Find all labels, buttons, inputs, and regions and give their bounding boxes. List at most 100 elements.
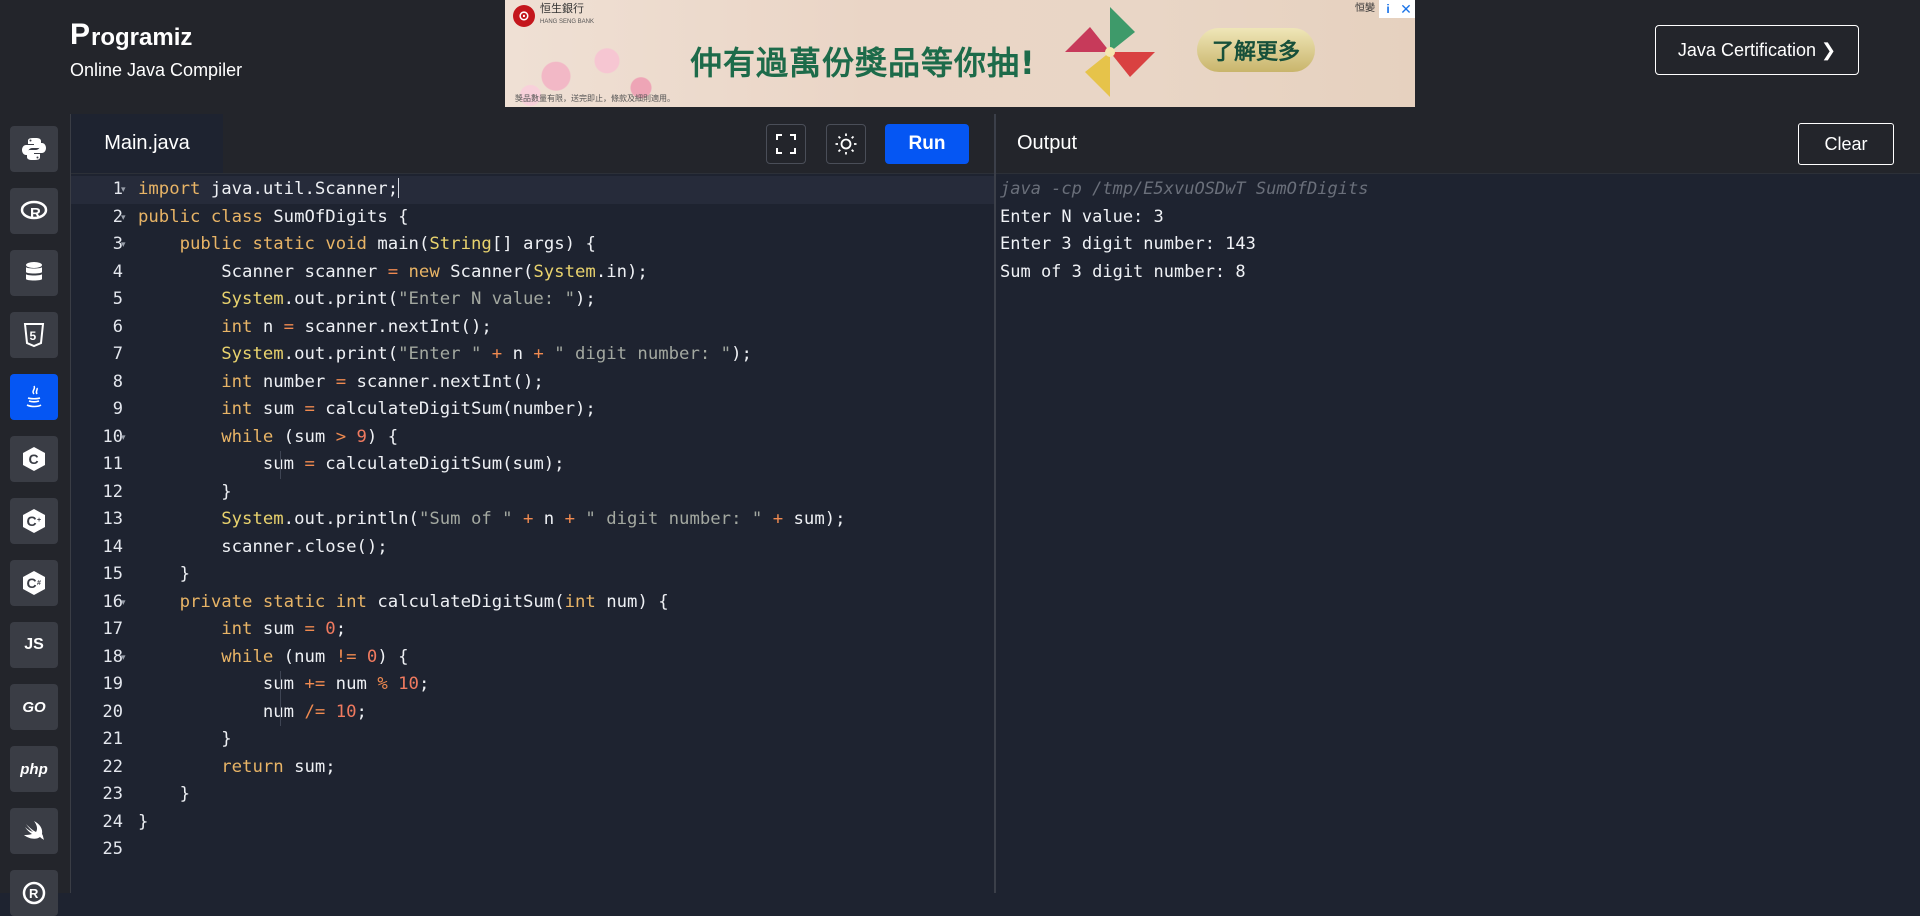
fold-arrow-icon[interactable]: ▾ bbox=[121, 424, 126, 452]
line-number: 23 bbox=[102, 784, 123, 804]
code-token: 0 bbox=[325, 619, 336, 639]
php-icon: php bbox=[20, 760, 48, 778]
tab-main-java[interactable]: Main.java bbox=[71, 114, 223, 173]
fold-arrow-icon[interactable]: ▾ bbox=[121, 589, 126, 617]
code-text: int sum = 0; bbox=[138, 616, 346, 644]
code-token: return bbox=[221, 756, 284, 777]
ad-headline: 仲有過萬份獎品等你抽! bbox=[690, 44, 1036, 82]
code-text: } bbox=[138, 809, 148, 837]
code-token: = bbox=[304, 454, 315, 474]
code-line[interactable]: 22 return sum; bbox=[71, 754, 994, 782]
sidebar-item-go[interactable]: GO bbox=[10, 684, 58, 730]
fold-arrow-icon[interactable]: ▾ bbox=[121, 644, 126, 672]
sidebar-item-html[interactable]: 5 bbox=[10, 312, 58, 358]
code-line[interactable]: 7 System.out.print("Enter " + n + " digi… bbox=[71, 341, 994, 369]
code-line[interactable]: 19 sum += num % 10; bbox=[71, 671, 994, 699]
line-number: 24 bbox=[102, 811, 123, 832]
code-token: } bbox=[138, 811, 149, 832]
ad-info-icon[interactable]: i bbox=[1379, 0, 1397, 18]
code-token: .out.print( bbox=[283, 289, 399, 309]
sidebar-item-csharp[interactable]: C # bbox=[10, 560, 58, 606]
fullscreen-button[interactable] bbox=[766, 124, 806, 164]
code-editor[interactable]: 1 ▾ import java.util.Scanner; 2 ▾ public clas… bbox=[71, 174, 994, 893]
code-token: += bbox=[304, 674, 326, 694]
line-number: 13 bbox=[102, 509, 123, 529]
code-line[interactable]: 1 ▾ import java.util.Scanner; bbox=[71, 176, 994, 204]
sidebar-item-rust[interactable]: R bbox=[10, 870, 58, 916]
sidebar-item-sql[interactable] bbox=[10, 250, 58, 296]
code-token: "Enter " bbox=[398, 344, 482, 364]
code-line[interactable]: 5 System.out.print("Enter N value: "); bbox=[71, 286, 994, 314]
sidebar-item-swift[interactable] bbox=[10, 808, 58, 854]
code-line[interactable]: 25 bbox=[71, 836, 994, 864]
code-line[interactable]: 23 } bbox=[71, 781, 994, 809]
code-line[interactable]: 8 int number = scanner.nextInt(); bbox=[71, 369, 994, 397]
brand[interactable]: Programiz Online Java Compiler bbox=[70, 18, 242, 81]
sidebar-item-r[interactable]: R bbox=[10, 188, 58, 234]
sidebar-item-c[interactable]: C bbox=[10, 436, 58, 482]
svg-text:R: R bbox=[30, 205, 41, 222]
advertisement-banner[interactable]: ⊙ 恒生銀行 HANG SENG BANK 仲有過萬份獎品等你抽! 了解更多 恒… bbox=[505, 0, 1415, 107]
code-token: int bbox=[221, 619, 253, 639]
line-number: 21 bbox=[102, 729, 123, 749]
code-text: sum = calculateDigitSum(sum); bbox=[138, 451, 565, 479]
code-line[interactable]: 21 } bbox=[71, 726, 994, 754]
code-line[interactable]: 2 ▾ public class SumOfDigits { bbox=[71, 204, 994, 232]
code-line[interactable]: 17 int sum = 0; bbox=[71, 616, 994, 644]
code-token: sum bbox=[252, 399, 305, 419]
sidebar-item-python[interactable] bbox=[10, 126, 58, 172]
code-line[interactable]: 13 System.out.println("Sum of " + n + " … bbox=[71, 506, 994, 534]
line-number: 25 bbox=[102, 839, 123, 859]
code-token: "Enter N value: " bbox=[398, 289, 575, 309]
clear-button[interactable]: Clear bbox=[1798, 123, 1894, 165]
run-button[interactable]: Run bbox=[885, 124, 969, 164]
ad-close-icon[interactable]: ✕ bbox=[1397, 0, 1415, 18]
output-console[interactable]: java -cp /tmp/E5xvuOSDwT SumOfDigits Ent… bbox=[996, 174, 1920, 893]
ad-cta-button[interactable]: 了解更多 bbox=[1197, 28, 1315, 72]
code-line[interactable]: 20 num /= 10; bbox=[71, 699, 994, 727]
java-certification-button[interactable]: Java Certification ❯ bbox=[1655, 25, 1859, 75]
code-line[interactable]: 9 int sum = calculateDigitSum(number); bbox=[71, 396, 994, 424]
programiz-logo[interactable]: Programiz bbox=[70, 18, 192, 50]
sidebar-item-java[interactable] bbox=[10, 374, 58, 420]
line-number: 6 bbox=[112, 316, 123, 337]
code-token: = bbox=[335, 371, 347, 392]
fold-arrow-icon[interactable]: ▾ bbox=[121, 176, 126, 204]
code-line[interactable]: 10 ▾ while (sum > 9) { bbox=[71, 424, 994, 452]
code-text: System.out.println("Sum of " + n + " dig… bbox=[138, 506, 845, 534]
sidebar-item-php[interactable]: php bbox=[10, 746, 58, 792]
code-line[interactable]: 6 int n = scanner.nextInt(); bbox=[71, 314, 994, 342]
code-line[interactable]: 14 scanner.close(); bbox=[71, 534, 994, 562]
code-line[interactable]: 12 } bbox=[71, 479, 994, 507]
svg-text:C: C bbox=[29, 451, 39, 467]
code-line[interactable]: 18 ▾ while (num != 0) { bbox=[71, 644, 994, 672]
code-token: } bbox=[138, 564, 191, 584]
code-token: "Sum of " bbox=[418, 509, 513, 529]
code-line[interactable]: 24} bbox=[71, 809, 994, 837]
svg-text:+: + bbox=[37, 517, 41, 524]
code-line[interactable]: 4 Scanner scanner = new Scanner(System.i… bbox=[71, 259, 994, 287]
code-text: System.out.print("Enter N value: "); bbox=[138, 286, 596, 314]
code-line[interactable]: 15 } bbox=[71, 561, 994, 589]
code-text: while (sum > 9) { bbox=[138, 424, 398, 452]
code-token: ; bbox=[356, 701, 367, 722]
sidebar-item-javascript[interactable]: JS bbox=[10, 622, 58, 668]
fold-arrow-icon[interactable]: ▾ bbox=[121, 231, 126, 259]
code-token: } bbox=[138, 784, 191, 804]
code-line[interactable]: 16 ▾ private static int calculateDigitSum… bbox=[71, 589, 994, 617]
code-text: int sum = calculateDigitSum(number); bbox=[138, 396, 596, 424]
code-line[interactable]: 3 ▾ public static void main(String[] args… bbox=[71, 231, 994, 259]
code-token: public bbox=[179, 234, 243, 254]
code-token: = bbox=[304, 399, 315, 419]
indent-guide bbox=[280, 671, 281, 726]
sidebar-item-cpp[interactable]: C + bbox=[10, 498, 58, 544]
code-token: int bbox=[221, 316, 253, 337]
fold-arrow-icon[interactable]: ▾ bbox=[121, 204, 126, 232]
theme-toggle-button[interactable] bbox=[826, 124, 866, 164]
code-line[interactable]: 11 sum = calculateDigitSum(sum); bbox=[71, 451, 994, 479]
line-number: 19 bbox=[102, 674, 123, 694]
